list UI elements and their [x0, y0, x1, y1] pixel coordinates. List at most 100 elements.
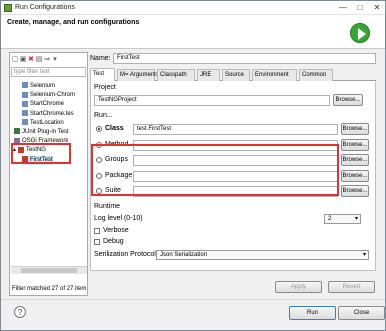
- tab-label: M= Arguments: [120, 72, 159, 78]
- java-icon: [22, 110, 28, 117]
- radio-label-groups: Groups: [105, 156, 128, 163]
- filter-menu-icon[interactable]: ▾: [51, 54, 59, 65]
- tree-item-label: JUnit Plug-in Test: [22, 129, 69, 135]
- close-button[interactable]: Close: [338, 306, 385, 320]
- testng-icon: [22, 156, 28, 163]
- tab-test[interactable]: Test: [90, 68, 115, 81]
- radio-class[interactable]: [96, 126, 102, 132]
- serialization-value: Json Serialization: [160, 252, 208, 258]
- java-icon: [22, 82, 28, 89]
- verbose-label: Verbose: [103, 227, 129, 234]
- run-method-input[interactable]: [133, 139, 338, 151]
- tree-item-label: Selenium: [30, 83, 56, 89]
- run-package-input[interactable]: [133, 170, 338, 182]
- chevron-down-icon: ▾: [354, 216, 358, 222]
- radio-label-suite: Suite: [105, 187, 121, 194]
- run-class-input[interactable]: test.FirstTest: [133, 124, 338, 135]
- serialization-label: Serilization Protocol: [94, 251, 156, 258]
- eclipse-icon: [4, 4, 12, 12]
- duplicate-icon[interactable]: ▣: [19, 54, 27, 65]
- radio-label-class: Class: [105, 125, 124, 132]
- run-suite-browse-button[interactable]: Browse...: [341, 185, 369, 197]
- tree-item[interactable]: OSGi Framework: [14, 137, 68, 146]
- horizontal-scrollbar[interactable]: [11, 266, 87, 274]
- name-label: Name:: [90, 55, 111, 62]
- minimize-button[interactable]: —: [335, 2, 351, 13]
- tree-item-label: StartChrome: [30, 101, 65, 108]
- testng-icon: [17, 146, 24, 153]
- verbose-checkbox[interactable]: [94, 228, 100, 234]
- tree-item-label: Selenium-Chrom: [30, 92, 76, 99]
- run-suite-input[interactable]: [133, 186, 338, 197]
- loglevel-label: Log level (0-10): [94, 215, 143, 222]
- test-tab-panel: Project TestNGProject Browse... Run... C…: [90, 81, 376, 271]
- filter-icon[interactable]: ⇒: [43, 54, 51, 65]
- help-icon[interactable]: ?: [14, 306, 26, 318]
- radio-groups[interactable]: [96, 157, 102, 163]
- config-tree: Selenium Selenium-Chrom StartChrome StartCh…: [10, 80, 87, 264]
- run-groups-browse-button[interactable]: Browse...: [341, 154, 369, 166]
- apply-button[interactable]: Apply: [275, 281, 322, 293]
- tab-label: Source: [225, 72, 245, 78]
- tree-item[interactable]: StartChrome: [22, 100, 64, 109]
- radio-suite[interactable]: [96, 188, 102, 194]
- maximize-button[interactable]: □: [352, 2, 368, 13]
- config-editor: Name: FirstTest Test M= Arguments Classpat…: [90, 52, 376, 296]
- debug-checkbox[interactable]: [94, 239, 100, 245]
- tree-item[interactable]: FirstTest: [22, 155, 53, 165]
- tab-source[interactable]: Source: [222, 69, 250, 81]
- title-bar: Run Configurations — □ ✕: [1, 1, 385, 15]
- project-input[interactable]: TestNGProject: [94, 95, 330, 106]
- tab-classpath[interactable]: Classpath: [157, 69, 195, 81]
- tree-item[interactable]: ▲ TestNG: [12, 146, 46, 155]
- tab-jre[interactable]: JRE: [197, 69, 220, 81]
- expand-icon[interactable]: ▲: [12, 147, 17, 153]
- run-method-browse-button[interactable]: Browse...: [341, 138, 369, 151]
- debug-label: Debug: [103, 238, 124, 245]
- tree-item[interactable]: Selenium-Chrom: [22, 91, 75, 100]
- tab-label: Test: [93, 71, 105, 77]
- run-class-browse-button[interactable]: Browse...: [341, 123, 369, 135]
- delete-icon[interactable]: ✖: [27, 54, 35, 65]
- close-window-button[interactable]: ✕: [369, 2, 385, 13]
- name-input[interactable]: FirstTest: [113, 53, 376, 64]
- tab-label: Classpath: [160, 72, 187, 78]
- tab-m-arguments[interactable]: M= Arguments: [117, 69, 159, 81]
- tab-label: JRE: [200, 72, 212, 78]
- tree-item[interactable]: Selenium: [22, 82, 55, 91]
- scroll-thumb[interactable]: [21, 268, 77, 273]
- run-package-browse-button[interactable]: Browse...: [341, 169, 369, 182]
- loglevel-select[interactable]: 2 ▾: [324, 214, 361, 224]
- tree-item-label: TestNG: [25, 147, 46, 154]
- junit-icon: [14, 128, 20, 135]
- tab-label: Common: [302, 72, 327, 78]
- radio-method[interactable]: [96, 141, 102, 148]
- filter-input[interactable]: type filter text: [11, 67, 86, 77]
- tree-item[interactable]: TestLocation: [22, 119, 64, 128]
- tab-bar: Test M= Arguments Classpath JRE Source Enviro…: [90, 68, 376, 81]
- header-area: Create, manage, and run configurations: [1, 15, 385, 49]
- radio-label-package: Package: [105, 171, 133, 179]
- tab-environment[interactable]: Environment: [252, 69, 297, 81]
- radio-package[interactable]: [96, 172, 102, 179]
- run-icon: [350, 23, 370, 43]
- collapse-icon[interactable]: ▤: [35, 54, 43, 65]
- tree-item-label: TestLocation: [30, 119, 64, 126]
- serialization-select[interactable]: Json Serialization ▾: [156, 250, 369, 260]
- java-icon: [22, 91, 28, 98]
- loglevel-value: 2: [328, 216, 332, 222]
- tab-common[interactable]: Common: [299, 69, 333, 81]
- runtime-label: Runtime: [94, 203, 121, 210]
- revert-button[interactable]: Revert: [328, 281, 375, 293]
- tree-item[interactable]: StartChrome.tes: [22, 110, 74, 119]
- tab-label: Environment: [255, 72, 289, 78]
- run-button[interactable]: Run: [289, 306, 336, 320]
- config-tree-panel: ▢▣ ✖ ▤ ⇒ ▾ type filter text Selenium Selenium…: [9, 52, 88, 296]
- tree-item-label: OSGi Framework: [22, 138, 69, 145]
- java-icon: [22, 100, 28, 107]
- java-icon: [22, 119, 28, 126]
- new-config-icon[interactable]: ▢: [11, 54, 19, 65]
- tree-item[interactable]: JUnit Plug-in Test: [14, 128, 69, 137]
- run-groups-input[interactable]: [133, 155, 338, 166]
- project-browse-button[interactable]: Browse...: [333, 94, 363, 106]
